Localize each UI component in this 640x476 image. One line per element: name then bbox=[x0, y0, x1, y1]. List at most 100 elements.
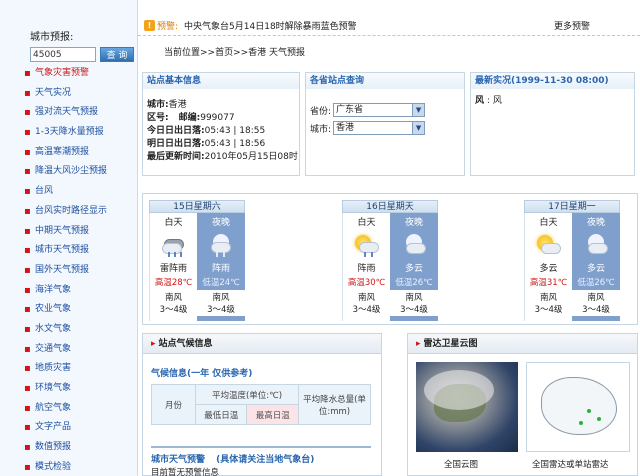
city-select-label: 城市: bbox=[310, 124, 332, 135]
updated-row: 最后更新时间:2010年05月15日08时 bbox=[143, 151, 299, 164]
satellite-cloud-image[interactable] bbox=[416, 362, 518, 452]
sidebar-item-marine[interactable]: ▪ 海洋气象 bbox=[24, 281, 107, 301]
sidebar-item-medium-range[interactable]: ▪ 中期天气预报 bbox=[24, 222, 107, 242]
night-temp: 低温24℃ bbox=[202, 278, 240, 288]
sidebar-item-precipitation[interactable]: ▪ 1-3天降水量预报 bbox=[24, 123, 107, 143]
forecast-night-column: 夜晚 阵雨 低温24℃ 南风 3～4级 bbox=[197, 213, 245, 321]
night-label: 夜晚 bbox=[211, 218, 230, 228]
chevron-down-icon[interactable]: ▼ bbox=[412, 104, 425, 116]
bullet-icon: ▪ bbox=[24, 422, 31, 434]
wind-label: 风 bbox=[475, 96, 485, 106]
city-label: 城市: bbox=[147, 100, 169, 110]
sidebar-item-text-products[interactable]: ▪ 文字产品 bbox=[24, 418, 107, 438]
sidebar-item-typhoon[interactable]: ▪ 台风 bbox=[24, 182, 107, 202]
bullet-icon: ▪ bbox=[24, 225, 31, 237]
wind-separator: : bbox=[486, 96, 490, 106]
breadcrumb: 当前位置>>首页>>香港 天气预报 bbox=[164, 48, 306, 58]
forecast-night-column: 夜晚 多云 低温26℃ 南风 3～4级 bbox=[572, 213, 620, 321]
sidebar-item-label: 水文气象 bbox=[35, 323, 72, 334]
night-shower-icon bbox=[207, 231, 235, 259]
city-search-block: 城市预报: 查 询 bbox=[0, 0, 137, 62]
bullet-icon: ▪ bbox=[24, 245, 31, 257]
city-select[interactable]: 香港 ▼ bbox=[333, 121, 426, 135]
alert-label: 预警: bbox=[157, 22, 179, 32]
thunderstorm-icon bbox=[160, 231, 188, 259]
daytime-label: 白天 bbox=[357, 218, 376, 228]
bullet-icon: ▪ bbox=[24, 284, 31, 296]
sidebar-item-label: 环境气象 bbox=[35, 383, 72, 393]
alert-text-link[interactable]: 中央气象台5月14日18时解除暴雨蓝色预警 bbox=[184, 19, 357, 32]
sidebar-item-hydrology[interactable]: ▪ 水文气象 bbox=[24, 320, 107, 340]
sidebar-item-convection[interactable]: ▪ 强对流天气预报 bbox=[24, 103, 107, 123]
province-select[interactable]: 广东省 ▼ bbox=[333, 103, 426, 117]
bullet-icon: ▪ bbox=[24, 323, 31, 335]
radar-map-image[interactable] bbox=[526, 362, 630, 452]
province-row: 省份: 广东省 ▼ bbox=[306, 103, 464, 117]
sidebar-item-label: 航空气象 bbox=[35, 402, 72, 413]
city-search-label: 城市预报: bbox=[30, 32, 74, 43]
sidebar-item-label: 中期天气预报 bbox=[35, 225, 90, 236]
bullet-icon: ▪ bbox=[24, 186, 31, 198]
sidebar-item-label: 交通气象 bbox=[35, 343, 72, 354]
updated-value: 2010年05月15日08时 bbox=[204, 152, 298, 162]
night-temp: 低温26℃ bbox=[577, 278, 615, 288]
sidebar-item-city-forecast[interactable]: ▪ 城市天气预报 bbox=[24, 241, 107, 261]
climate-table: 月份 平均温度(单位:℃) 平均降水总量(单位:mm) 最低日温 最高日温 bbox=[151, 384, 371, 425]
night-cloudy-icon bbox=[400, 231, 428, 259]
sidebar-item-agriculture[interactable]: ▪ 农业气象 bbox=[24, 300, 107, 320]
cloud-image-caption[interactable]: 全国云图 bbox=[444, 458, 478, 470]
forecast-day-2: 16日星期天 白天 阵雨 高温30℃ 南风 3～4级 夜晚 多云 低温26℃ 南风… bbox=[342, 200, 438, 321]
bullet-icon: ▪ bbox=[24, 383, 31, 394]
sidebar-item-label: 数值预报 bbox=[35, 442, 72, 453]
bullet-icon: ▪ bbox=[24, 442, 31, 454]
forecast-day-header: 15日星期六 bbox=[149, 200, 245, 213]
city-row: 城市: 香港 ▼ bbox=[306, 121, 464, 135]
sidebar-item-numerical[interactable]: ▪ 数值预报 bbox=[24, 438, 107, 458]
zip-label: 邮编: bbox=[178, 113, 201, 123]
sidebar-item-model-check[interactable]: ▪ 模式检验 bbox=[24, 458, 107, 476]
wind-value: 风 bbox=[492, 96, 502, 106]
sidebar-item-foreign-forecast[interactable]: ▪ 国外天气预报 bbox=[24, 261, 107, 281]
bullet-icon: ▸ bbox=[416, 339, 421, 349]
night-weather: 多云 bbox=[404, 264, 423, 274]
climate-max-temp-header: 最高日温 bbox=[246, 404, 299, 425]
more-alerts-link[interactable]: 更多预警 bbox=[554, 19, 590, 32]
station-zone-row: 区号: 邮编:999077 bbox=[143, 112, 299, 125]
today-sun-label: 今日日出日落: bbox=[147, 126, 205, 136]
sidebar-item-traffic[interactable]: ▪ 交通气象 bbox=[24, 340, 107, 360]
sidebar-item-typhoon-track[interactable]: ▪ 台风实时路径显示 bbox=[24, 202, 107, 222]
radar-image-caption[interactable]: 全国雷达或单站雷达 bbox=[532, 458, 609, 470]
city-warning-note: (具体请关注当地气象台) bbox=[216, 455, 315, 465]
night-wind-level: 3～4级 bbox=[572, 304, 620, 316]
sidebar-item-live-weather[interactable]: ▪ 天气实况 bbox=[24, 84, 107, 104]
city-warning-sub: 目前暂无预警信息 bbox=[151, 468, 220, 476]
bullet-icon: ▸ bbox=[151, 339, 156, 349]
sidebar-item-label: 高温寒潮预报 bbox=[35, 146, 90, 157]
sidebar-item-label: 国外天气预报 bbox=[35, 264, 90, 275]
sidebar-item-aviation[interactable]: ▪ 航空气象 bbox=[24, 399, 107, 419]
province-query-title: 各省站点查询 bbox=[306, 73, 464, 89]
sidebar-item-geology[interactable]: ▪ 地质灾害 bbox=[24, 359, 107, 379]
bullet-icon: ▪ bbox=[24, 461, 31, 473]
sidebar-item-wind-dust[interactable]: ▪ 降温大风沙尘预报 bbox=[24, 162, 107, 182]
bullet-icon: ▪ bbox=[24, 146, 31, 158]
chevron-down-icon[interactable]: ▼ bbox=[412, 122, 425, 134]
night-wind-level: 3～4级 bbox=[197, 304, 245, 316]
bullet-icon: ▪ bbox=[24, 166, 31, 178]
night-wind: 南风 bbox=[197, 292, 245, 304]
daytime-wind: 南风 bbox=[539, 293, 557, 303]
city-search-button[interactable]: 查 询 bbox=[100, 47, 134, 62]
sidebar-item-disaster-warning[interactable]: ▪ 气象灾害预警 bbox=[24, 64, 107, 84]
city-search-row: 查 询 bbox=[30, 47, 137, 62]
sidebar-item-environment[interactable]: ▪ 环境气象 bbox=[24, 379, 107, 399]
climate-panel-title: 站点气候信息 bbox=[158, 339, 213, 349]
daytime-weather: 雷阵雨 bbox=[159, 264, 187, 274]
city-warning-label: 城市天气预警 bbox=[151, 455, 206, 465]
sidebar-item-label: 1-3天降水量预报 bbox=[35, 127, 104, 138]
sidebar-item-heat-cold[interactable]: ▪ 高温寒潮预报 bbox=[24, 143, 107, 163]
daytime-temp: 高温31℃ bbox=[529, 278, 568, 288]
city-search-input[interactable] bbox=[30, 47, 96, 62]
daytime-label: 白天 bbox=[164, 218, 183, 228]
sidebar-item-label: 地质灾害 bbox=[35, 363, 72, 374]
latest-live-panel: 最新实况(1999-11-30 08:00) 风 : 风 bbox=[470, 72, 635, 176]
